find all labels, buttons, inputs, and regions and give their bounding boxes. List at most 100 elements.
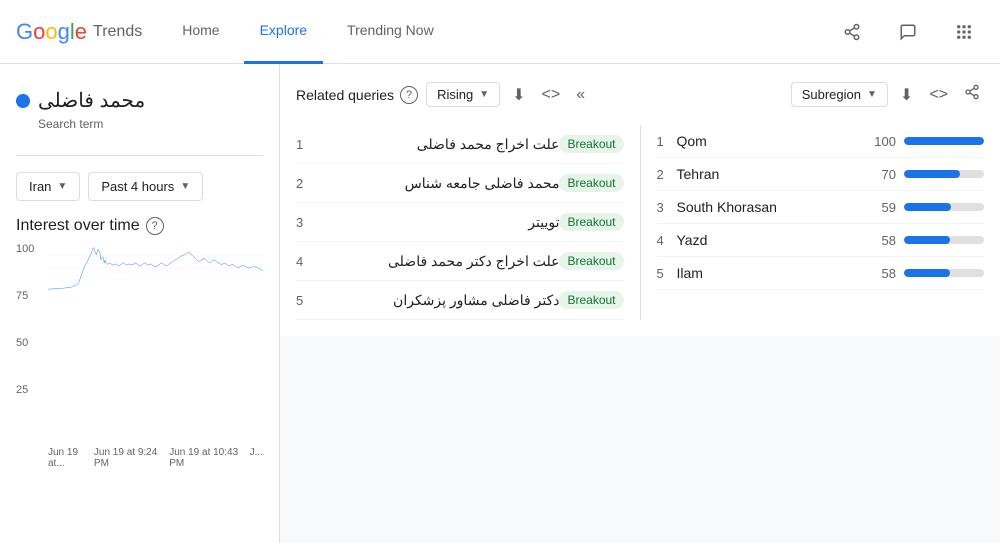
embed-icon[interactable]: <> <box>538 82 565 108</box>
query-row[interactable]: 1 علت اخراج محمد فاضلی Breakout <box>296 125 624 164</box>
query-text: علت اخراج دکتر محمد فاضلی <box>316 253 559 270</box>
trends-logo: Trends <box>93 23 142 41</box>
interest-section: Interest over time ? 100 75 50 25 0 <box>16 217 263 527</box>
query-num: 1 <box>296 137 316 152</box>
time-label: Past 4 hours <box>101 179 174 194</box>
query-row[interactable]: 5 دکتر فاضلی مشاور پزشکران Breakout <box>296 281 624 320</box>
apps-icon[interactable] <box>944 12 984 52</box>
subregion-chevron-icon: ▼ <box>867 89 877 100</box>
subregion-label: Subregion <box>802 87 861 102</box>
search-term-section: محمد فاضلی Search term <box>16 80 263 139</box>
region-chevron-icon: ▼ <box>57 181 67 192</box>
region-bar <box>904 137 984 145</box>
header-icons <box>832 12 984 52</box>
two-col: 1 علت اخراج محمد فاضلی Breakout 2 محمد ف… <box>296 125 984 320</box>
region-bar <box>904 236 950 244</box>
region-row[interactable]: 2 Tehran 70 <box>657 158 985 191</box>
chart-y-labels: 100 75 50 25 0 <box>16 243 34 443</box>
query-num: 4 <box>296 254 316 269</box>
query-row[interactable]: 2 محمد فاضلی جامعه شناس Breakout <box>296 164 624 203</box>
region-label: Iran <box>29 179 51 194</box>
query-num: 3 <box>296 215 316 230</box>
feedback-icon[interactable] <box>888 12 928 52</box>
search-term-header: محمد فاضلی <box>16 88 263 113</box>
main-layout: محمد فاضلی Search term Iran ▼ Past 4 hou… <box>0 64 1000 543</box>
right-panel: Related queries ? Rising ▼ ⬇ <> « Subreg… <box>280 64 1000 543</box>
nav: Home Explore Trending Now <box>166 0 832 64</box>
subregion-embed-icon[interactable]: <> <box>925 82 952 108</box>
query-num: 5 <box>296 293 316 308</box>
region-name: Ilam <box>677 265 882 281</box>
x-axis-labels: Jun 19 at... Jun 19 at 9:24 PM Jun 19 at… <box>16 447 263 469</box>
region-num: 5 <box>657 266 677 281</box>
subregion-list: 1 Qom 100 2 Tehran 70 3 South Khorasan 5… <box>657 125 985 290</box>
related-queries-title-text: Related queries <box>296 87 394 103</box>
related-queries-help-icon[interactable]: ? <box>400 86 418 104</box>
nav-trending-now[interactable]: Trending Now <box>331 0 450 64</box>
query-badge: Breakout <box>559 174 623 192</box>
rising-filter[interactable]: Rising ▼ <box>426 82 500 107</box>
related-queries-title: Related queries ? <box>296 86 418 104</box>
x-label-4: J... <box>250 447 263 469</box>
related-queries-header: Related queries ? Rising ▼ ⬇ <> « Subreg… <box>296 80 984 109</box>
region-bar <box>904 203 951 211</box>
region-value: 100 <box>874 134 896 149</box>
region-row[interactable]: 1 Qom 100 <box>657 125 985 158</box>
query-row[interactable]: 4 علت اخراج دکتر محمد فاضلی Breakout <box>296 242 624 281</box>
subregion-share-icon[interactable] <box>960 80 984 109</box>
region-value: 59 <box>882 200 896 215</box>
interest-title-text: Interest over time <box>16 217 140 235</box>
region-filter[interactable]: Iran ▼ <box>16 172 80 201</box>
share-icon[interactable] <box>832 12 872 52</box>
google-logo: Google <box>16 19 87 45</box>
chart-area: 100 75 50 25 0 <box>16 243 263 443</box>
region-bar <box>904 269 950 277</box>
filters: Iran ▼ Past 4 hours ▼ <box>16 172 263 201</box>
query-text: علت اخراج محمد فاضلی <box>316 136 559 153</box>
search-term-title: محمد فاضلی <box>38 88 145 113</box>
related-queries-list: 1 علت اخراج محمد فاضلی Breakout 2 محمد ف… <box>296 125 624 320</box>
y-label-25: 25 <box>16 384 34 396</box>
query-row[interactable]: 3 توییتر Breakout <box>296 203 624 242</box>
region-row[interactable]: 3 South Khorasan 59 <box>657 191 985 224</box>
header: Google Trends Home Explore Trending Now <box>0 0 1000 64</box>
query-badge: Breakout <box>559 291 623 309</box>
region-name: South Khorasan <box>677 199 882 215</box>
query-badge: Breakout <box>559 135 623 153</box>
interest-help-icon[interactable]: ? <box>146 217 164 235</box>
query-text: محمد فاضلی جامعه شناس <box>316 175 559 192</box>
region-num: 3 <box>657 200 677 215</box>
rising-chevron-icon: ▼ <box>479 89 489 100</box>
region-name: Yazd <box>677 232 882 248</box>
region-value: 58 <box>882 266 896 281</box>
subregion-filter[interactable]: Subregion ▼ <box>791 82 888 107</box>
x-label-3: Jun 19 at 10:43 PM <box>169 447 249 469</box>
region-bar-container <box>904 203 984 211</box>
nav-explore[interactable]: Explore <box>244 0 323 64</box>
x-label-1: Jun 19 at... <box>48 447 94 469</box>
region-value: 58 <box>882 233 896 248</box>
download-icon[interactable]: ⬇ <box>508 81 529 109</box>
x-label-2: Jun 19 at 9:24 PM <box>94 447 169 469</box>
query-text: توییتر <box>316 214 559 231</box>
subregion-col: 1 Qom 100 2 Tehran 70 3 South Khorasan 5… <box>640 125 985 320</box>
related-queries-col: 1 علت اخراج محمد فاضلی Breakout 2 محمد ف… <box>296 125 624 320</box>
rising-label: Rising <box>437 87 473 102</box>
nav-home[interactable]: Home <box>166 0 235 64</box>
region-num: 2 <box>657 167 677 182</box>
right-panel-inner: Related queries ? Rising ▼ ⬇ <> « Subreg… <box>280 64 1000 336</box>
logo: Google Trends <box>16 19 142 45</box>
region-row[interactable]: 4 Yazd 58 <box>657 224 985 257</box>
query-badge: Breakout <box>559 213 623 231</box>
query-num: 2 <box>296 176 316 191</box>
time-filter[interactable]: Past 4 hours ▼ <box>88 172 203 201</box>
more-icon[interactable]: « <box>572 82 589 108</box>
y-label-100: 100 <box>16 243 34 255</box>
region-bar-container <box>904 236 984 244</box>
subregion-download-icon[interactable]: ⬇ <box>896 81 917 109</box>
chart-svg <box>48 243 263 292</box>
region-name: Tehran <box>677 166 882 182</box>
region-row[interactable]: 5 Ilam 58 <box>657 257 985 290</box>
region-name: Qom <box>677 133 875 149</box>
search-term-label: Search term <box>16 117 263 131</box>
